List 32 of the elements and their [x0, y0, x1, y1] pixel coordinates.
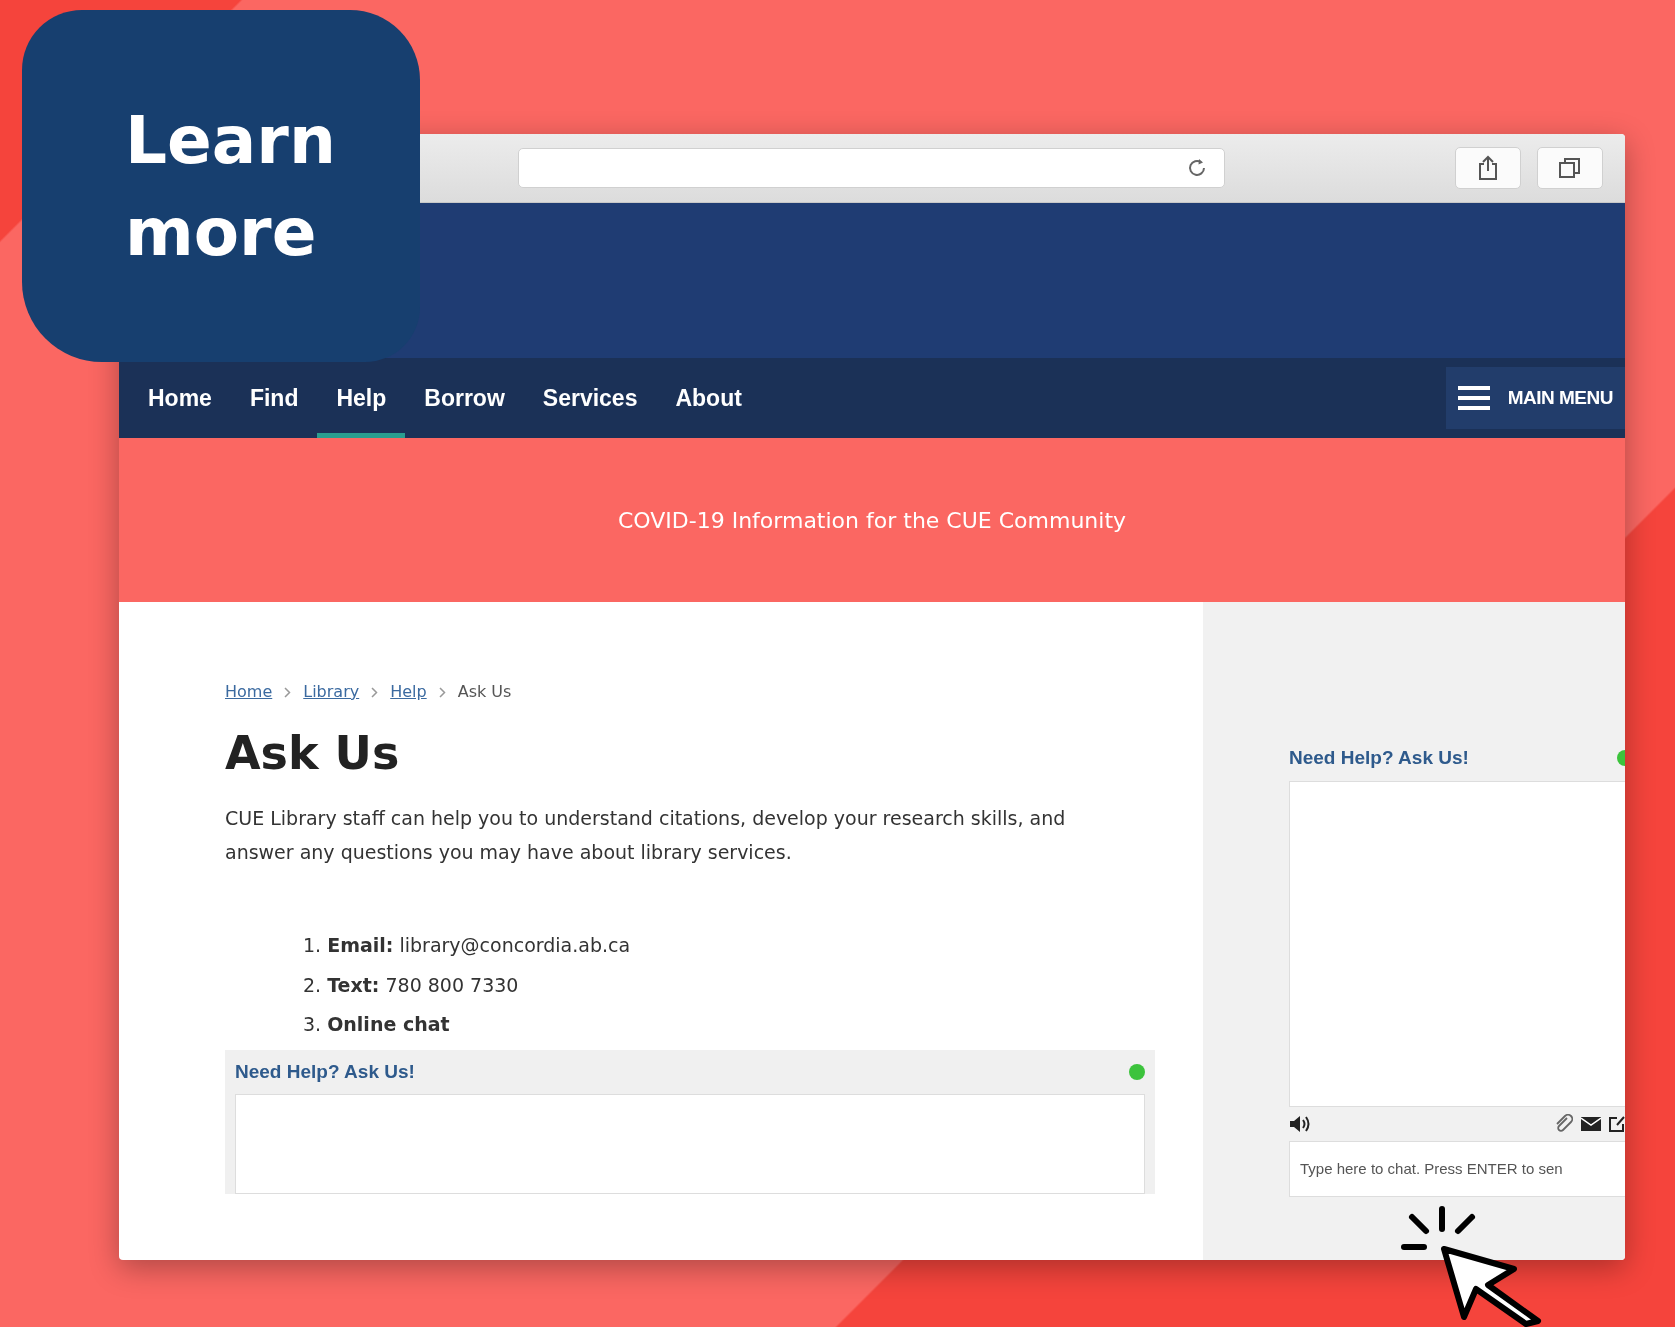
contact-item: 3. Online chat: [303, 1012, 451, 1038]
chat-title: Need Help? Ask Us!: [235, 1059, 415, 1084]
reload-icon[interactable]: [1186, 157, 1208, 179]
share-button[interactable]: [1455, 147, 1521, 189]
contact-item: 1. Email: library@concordia.ab.ca: [303, 933, 632, 959]
breadcrumb-link[interactable]: Library: [303, 680, 360, 704]
contact-item: 2. Text: 780 800 7330: [303, 972, 520, 998]
tabs-icon: [1558, 156, 1582, 180]
nav-tab[interactable]: Services: [523, 358, 657, 438]
breadcrumb-link[interactable]: Home: [225, 680, 273, 704]
chevron-icon: [438, 686, 446, 698]
learn-more-text: Learn more: [125, 101, 337, 273]
paperclip-icon[interactable]: [1555, 1113, 1573, 1134]
edit-icon[interactable]: [1609, 1114, 1625, 1133]
nav-tab[interactable]: Find: [230, 358, 318, 438]
page-title: Ask Us: [225, 726, 401, 782]
intro-paragraph: CUE Library staff can help you to understand citations, develop your research skills, and answer any questions you may have about library services.: [225, 806, 1067, 866]
chat-title: Need Help? Ask Us!: [1289, 746, 1469, 770]
share-icon: [1477, 155, 1499, 181]
menu-icon: [1457, 385, 1490, 411]
chevron-icon: [284, 686, 292, 698]
breadcrumb-link[interactable]: Help: [390, 680, 427, 704]
speaker-icon[interactable]: [1289, 1114, 1311, 1133]
chevron-icon: [371, 686, 379, 698]
nav-tab[interactable]: Borrow: [405, 358, 524, 438]
breadcrumb-current: Ask Us: [457, 681, 512, 703]
chat-input[interactable]: Type here to chat. Press ENTER to sen: [1289, 1140, 1625, 1197]
envelope-icon[interactable]: [1581, 1115, 1601, 1132]
nav-tab[interactable]: Home: [129, 358, 231, 438]
nav-tab[interactable]: About: [656, 358, 761, 438]
tabs-button[interactable]: [1537, 147, 1603, 189]
main-menu-button[interactable]: MAIN MENU: [1445, 367, 1625, 429]
